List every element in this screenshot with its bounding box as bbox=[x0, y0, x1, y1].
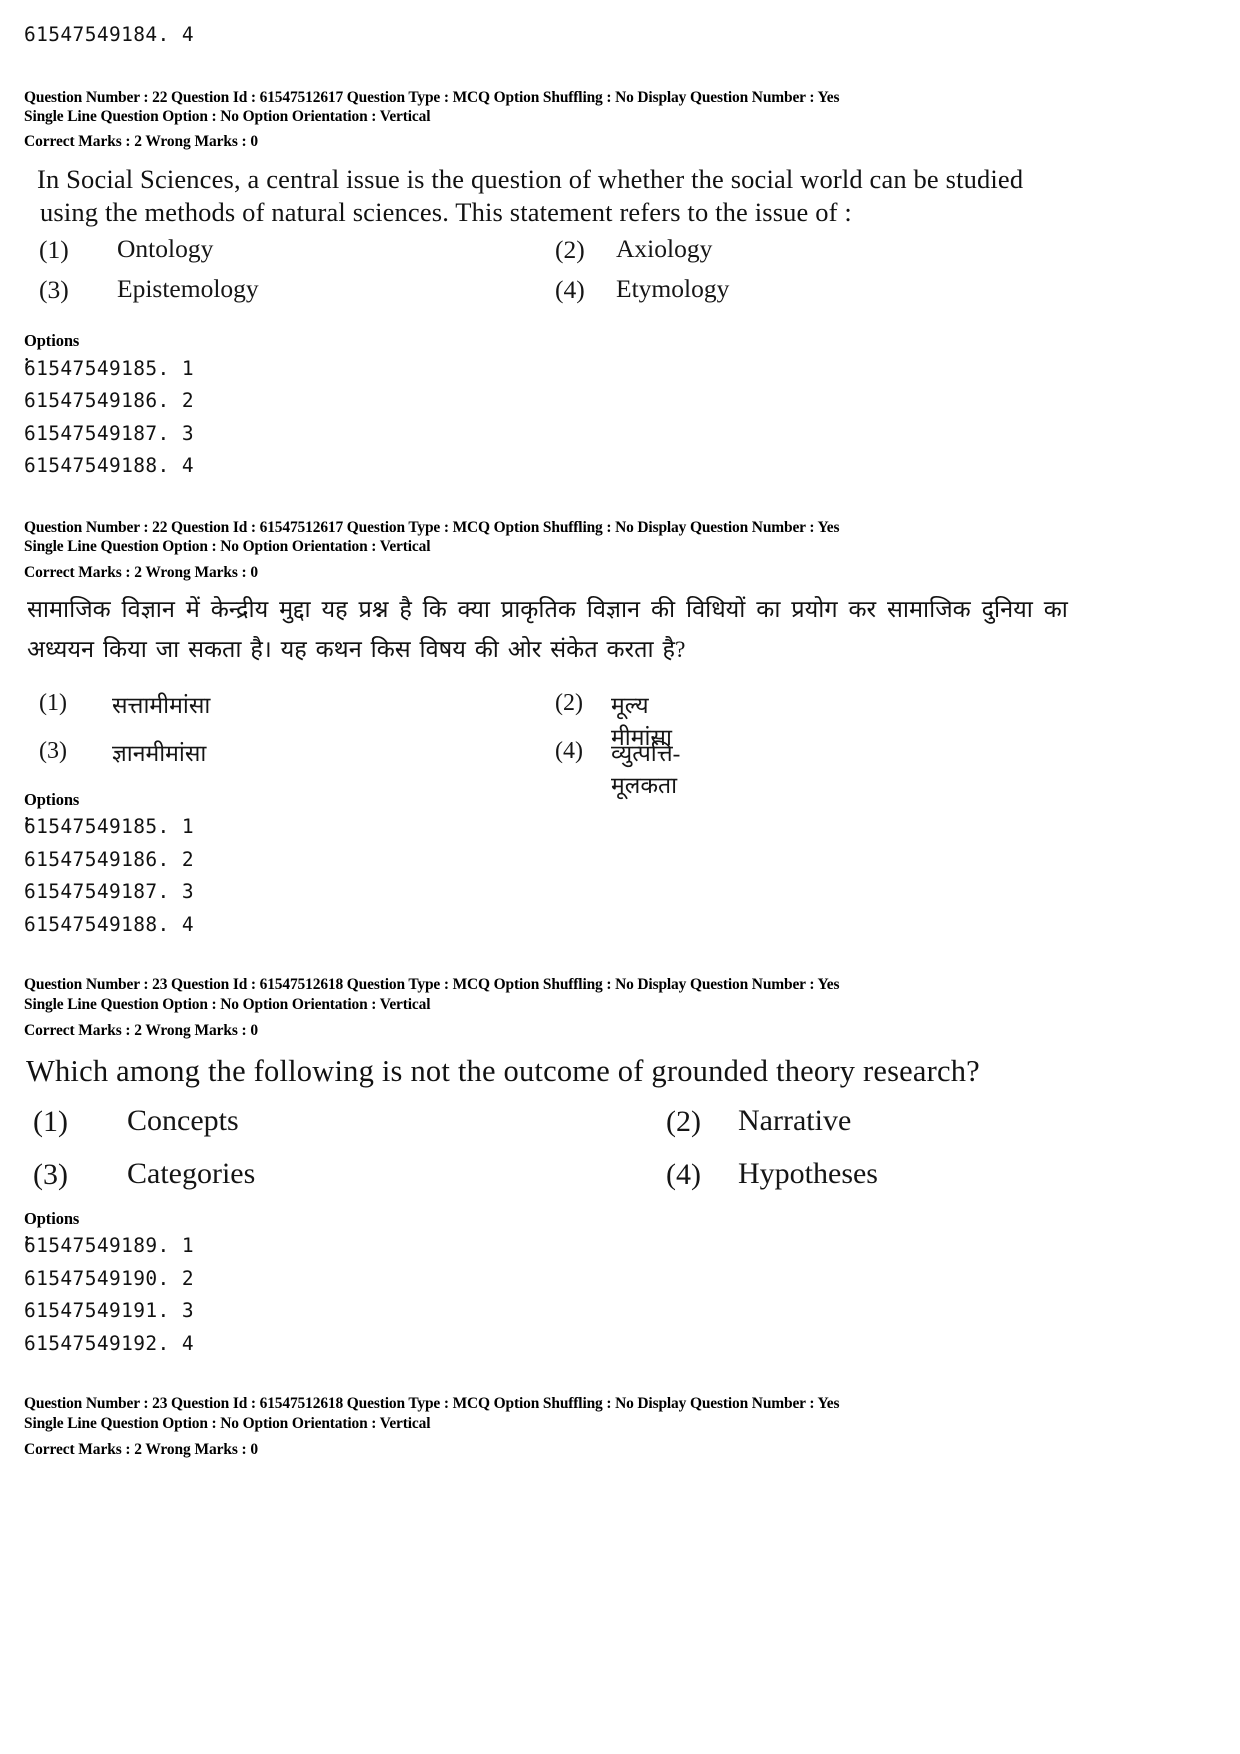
q22hi-body-line-1: सामाजिक विज्ञान में केन्द्रीय मुद्दा यह … bbox=[27, 597, 1068, 623]
q22hi-meta-line-1: Question Number : 22 Question Id : 61547… bbox=[24, 518, 840, 536]
q23en-meta-line-2: Single Line Question Option : No Option … bbox=[24, 995, 431, 1013]
q23en-option-4-number: (4) bbox=[666, 1158, 701, 1191]
q22en-option-3-label[interactable]: Epistemology bbox=[117, 274, 259, 304]
q23en-option-1-number: (1) bbox=[33, 1105, 68, 1138]
q22hi-body-line-2: अध्ययन किया जा सकता है। यह कथन किस विषय … bbox=[27, 637, 686, 663]
q23en-option-id-4: 61547549192. 4 bbox=[24, 1332, 194, 1355]
q22en-option-1-number: (1) bbox=[39, 235, 69, 264]
q23en-option-1-label[interactable]: Concepts bbox=[127, 1104, 239, 1138]
q22hi-option-id-3: 61547549187. 3 bbox=[24, 880, 194, 903]
q22hi-option-id-4: 61547549188. 4 bbox=[24, 913, 194, 936]
exam-answer-key-page: 61547549184. 4 Question Number : 22 Ques… bbox=[0, 0, 1240, 1754]
q22en-option-id-2: 61547549186. 2 bbox=[24, 389, 194, 412]
q22en-marks: Correct Marks : 2 Wrong Marks : 0 bbox=[24, 132, 259, 150]
q23en-option-id-2: 61547549190. 2 bbox=[24, 1267, 194, 1290]
q22en-option-1-label[interactable]: Ontology bbox=[117, 234, 213, 264]
q22en-option-4-label[interactable]: Etymology bbox=[616, 274, 729, 304]
q22hi-option-1-number: (1) bbox=[39, 690, 67, 716]
q22en-option-4-number: (4) bbox=[555, 275, 585, 304]
q23en-body-line-1: Which among the following is not the out… bbox=[26, 1054, 980, 1088]
q22hi-meta-line-2: Single Line Question Option : No Option … bbox=[24, 537, 431, 555]
q22hi-option-3-label[interactable]: ज्ञानमीमांसा bbox=[112, 736, 206, 768]
q22en-option-3-number: (3) bbox=[39, 275, 69, 304]
carryover-option-id: 61547549184. 4 bbox=[24, 23, 194, 46]
q23hi-meta-line-2: Single Line Question Option : No Option … bbox=[24, 1414, 431, 1432]
q22en-body-line-2: using the methods of natural sciences. T… bbox=[40, 197, 852, 227]
q22en-meta-line-2: Single Line Question Option : No Option … bbox=[24, 107, 431, 125]
q22hi-option-id-2: 61547549186. 2 bbox=[24, 848, 194, 871]
q23en-option-id-3: 61547549191. 3 bbox=[24, 1299, 194, 1322]
q23hi-marks: Correct Marks : 2 Wrong Marks : 0 bbox=[24, 1440, 259, 1458]
q22hi-option-id-1: 61547549185. 1 bbox=[24, 815, 194, 838]
q22hi-option-2-number: (2) bbox=[555, 690, 583, 716]
q22en-option-2-label[interactable]: Axiology bbox=[616, 234, 712, 264]
q23en-meta-line-1: Question Number : 23 Question Id : 61547… bbox=[24, 975, 840, 993]
q23en-option-2-label[interactable]: Narrative bbox=[738, 1104, 851, 1138]
q22hi-marks: Correct Marks : 2 Wrong Marks : 0 bbox=[24, 563, 259, 581]
q22hi-option-1-label[interactable]: सत्तामीमांसा bbox=[112, 688, 210, 720]
q22hi-option-4-label[interactable]: व्युत्पत्ति-मूलकता bbox=[611, 736, 680, 800]
q23en-option-3-label[interactable]: Categories bbox=[127, 1157, 255, 1191]
q22en-meta-line-1: Question Number : 22 Question Id : 61547… bbox=[24, 88, 840, 106]
q22en-option-id-3: 61547549187. 3 bbox=[24, 422, 194, 445]
q22hi-option-3-number: (3) bbox=[39, 738, 67, 764]
q22hi-option-4-number: (4) bbox=[555, 738, 583, 764]
q23hi-meta-line-1: Question Number : 23 Question Id : 61547… bbox=[24, 1394, 840, 1412]
q23en-option-id-1: 61547549189. 1 bbox=[24, 1234, 194, 1257]
q22en-body-line-1: In Social Sciences, a central issue is t… bbox=[37, 164, 1024, 194]
q22en-option-id-4: 61547549188. 4 bbox=[24, 454, 194, 477]
q23en-option-4-label[interactable]: Hypotheses bbox=[738, 1157, 878, 1191]
q23en-option-2-number: (2) bbox=[666, 1105, 701, 1138]
q22en-option-id-1: 61547549185. 1 bbox=[24, 357, 194, 380]
q23en-option-3-number: (3) bbox=[33, 1158, 68, 1191]
q23en-marks: Correct Marks : 2 Wrong Marks : 0 bbox=[24, 1021, 259, 1039]
q22en-option-2-number: (2) bbox=[555, 235, 585, 264]
